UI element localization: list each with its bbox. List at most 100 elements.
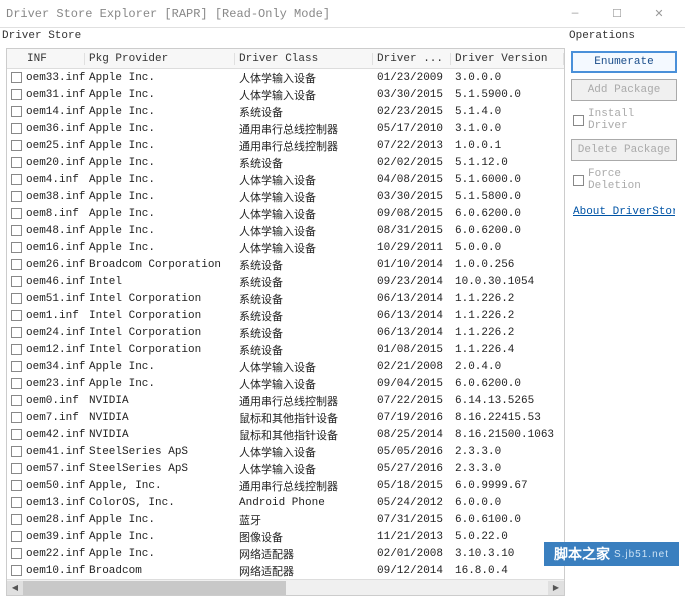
row-checkbox[interactable] (11, 208, 22, 219)
force-deletion-checkbox[interactable] (573, 175, 584, 186)
column-header-class[interactable]: Driver Class (235, 53, 373, 65)
table-row[interactable]: oem38.infApple Inc.人体学输入设备03/30/20155.1.… (7, 188, 564, 205)
cell-provider: SteelSeries ApS (85, 446, 235, 458)
maximize-button[interactable]: ☐ (597, 2, 637, 26)
row-checkbox[interactable] (11, 174, 22, 185)
row-checkbox[interactable] (11, 463, 22, 474)
cell-provider: NVIDIA (85, 412, 235, 424)
cell-date: 08/25/2014 (373, 429, 451, 441)
add-package-button[interactable]: Add Package (571, 79, 677, 101)
table-row[interactable]: oem34.infApple Inc.人体学输入设备02/21/20082.0.… (7, 358, 564, 375)
table-row[interactable]: oem28.infApple Inc.蓝牙07/31/20156.0.6100.… (7, 511, 564, 528)
table-row[interactable]: oem7.infNVIDIA鼠标和其他指针设备07/19/20168.16.22… (7, 409, 564, 426)
scroll-left-icon[interactable]: ◀ (7, 581, 23, 595)
cell-version: 6.0.9999.67 (451, 480, 564, 492)
table-row[interactable]: oem42.infNVIDIA鼠标和其他指针设备08/25/20148.16.2… (7, 426, 564, 443)
row-checkbox[interactable] (11, 344, 22, 355)
cell-inf: oem7.inf (26, 412, 79, 424)
row-checkbox[interactable] (11, 106, 22, 117)
horizontal-scrollbar[interactable]: ◀ ▶ (7, 579, 564, 595)
row-checkbox[interactable] (11, 123, 22, 134)
row-checkbox[interactable] (11, 225, 22, 236)
row-checkbox[interactable] (11, 565, 22, 576)
table-row[interactable]: oem16.infApple Inc.人体学输入设备10/29/20115.0.… (7, 239, 564, 256)
list-body[interactable]: oem33.infApple Inc.人体学输入设备01/23/20093.0.… (7, 69, 564, 579)
row-checkbox[interactable] (11, 361, 22, 372)
table-row[interactable]: oem10.infBroadcom网络适配器09/12/201416.8.0.4 (7, 562, 564, 579)
table-row[interactable]: oem20.infApple Inc.系统设备02/02/20155.1.12.… (7, 154, 564, 171)
cell-date: 05/05/2016 (373, 446, 451, 458)
row-checkbox[interactable] (11, 531, 22, 542)
row-checkbox[interactable] (11, 89, 22, 100)
table-row[interactable]: oem23.infApple Inc.人体学输入设备09/04/20156.0.… (7, 375, 564, 392)
table-row[interactable]: oem13.infColorOS, Inc.Android Phone05/24… (7, 494, 564, 511)
table-row[interactable]: oem26.infBroadcom Corporation系统设备01/10/2… (7, 256, 564, 273)
minimize-button[interactable]: — (555, 2, 595, 26)
cell-date: 05/17/2010 (373, 123, 451, 135)
table-row[interactable]: oem12.infIntel Corporation系统设备01/08/2015… (7, 341, 564, 358)
row-checkbox[interactable] (11, 259, 22, 270)
table-row[interactable]: oem51.infIntel Corporation系统设备06/13/2014… (7, 290, 564, 307)
table-row[interactable]: oem25.infApple Inc.通用串行总线控制器07/22/20131.… (7, 137, 564, 154)
table-row[interactable]: oem22.infApple Inc.网络适配器02/01/20083.10.3… (7, 545, 564, 562)
about-link[interactable]: About DriverStoreExpl (573, 206, 675, 218)
cell-provider: Apple, Inc. (85, 480, 235, 492)
row-checkbox[interactable] (11, 310, 22, 321)
row-checkbox[interactable] (11, 548, 22, 559)
row-checkbox[interactable] (11, 378, 22, 389)
row-checkbox[interactable] (11, 72, 22, 83)
cell-inf: oem13.inf (26, 497, 85, 509)
enumerate-button[interactable]: Enumerate (571, 51, 677, 73)
row-checkbox[interactable] (11, 412, 22, 423)
scroll-right-icon[interactable]: ▶ (548, 581, 564, 595)
row-checkbox[interactable] (11, 293, 22, 304)
table-row[interactable]: oem33.infApple Inc.人体学输入设备01/23/20093.0.… (7, 69, 564, 86)
delete-package-button[interactable]: Delete Package (571, 139, 677, 161)
row-checkbox[interactable] (11, 429, 22, 440)
scroll-thumb[interactable] (23, 581, 286, 595)
row-checkbox[interactable] (11, 276, 22, 287)
cell-version: 16.8.0.4 (451, 565, 564, 577)
cell-version: 3.0.0.0 (451, 72, 564, 84)
row-checkbox[interactable] (11, 191, 22, 202)
row-checkbox[interactable] (11, 514, 22, 525)
row-checkbox[interactable] (11, 446, 22, 457)
row-checkbox[interactable] (11, 480, 22, 491)
cell-provider: Apple Inc. (85, 531, 235, 543)
table-row[interactable]: oem41.infSteelSeries ApS人体学输入设备05/05/201… (7, 443, 564, 460)
cell-class: 系统设备 (235, 342, 373, 358)
install-driver-checkbox[interactable] (573, 115, 584, 126)
operations-panel: Enumerate Add Package Install Driver Del… (569, 48, 679, 228)
row-checkbox[interactable] (11, 140, 22, 151)
force-deletion-option[interactable]: Force Deletion (573, 168, 675, 192)
table-row[interactable]: oem8.infApple Inc.人体学输入设备09/08/20156.0.6… (7, 205, 564, 222)
column-header-inf[interactable]: INF (7, 53, 85, 65)
row-checkbox[interactable] (11, 395, 22, 406)
cell-class: 系统设备 (235, 308, 373, 324)
table-row[interactable]: oem48.infApple Inc.人体学输入设备08/31/20156.0.… (7, 222, 564, 239)
table-row[interactable]: oem57.infSteelSeries ApS人体学输入设备05/27/201… (7, 460, 564, 477)
row-checkbox[interactable] (11, 497, 22, 508)
table-row[interactable]: oem1.infIntel Corporation系统设备06/13/20141… (7, 307, 564, 324)
cell-provider: Broadcom Corporation (85, 259, 235, 271)
column-header-version[interactable]: Driver Version (451, 53, 564, 65)
table-row[interactable]: oem50.infApple, Inc.通用串行总线控制器05/18/20156… (7, 477, 564, 494)
scroll-track[interactable] (23, 581, 548, 595)
row-checkbox[interactable] (11, 327, 22, 338)
cell-date: 01/10/2014 (373, 259, 451, 271)
close-button[interactable]: ✕ (639, 2, 679, 26)
table-row[interactable]: oem24.infIntel Corporation系统设备06/13/2014… (7, 324, 564, 341)
row-checkbox[interactable] (11, 157, 22, 168)
table-row[interactable]: oem4.infApple Inc.人体学输入设备04/08/20155.1.6… (7, 171, 564, 188)
table-row[interactable]: oem39.infApple Inc.图像设备11/21/20135.0.22.… (7, 528, 564, 545)
table-row[interactable]: oem0.infNVIDIA通用串行总线控制器07/22/20156.14.13… (7, 392, 564, 409)
table-row[interactable]: oem46.infIntel系统设备09/23/201410.0.30.1054 (7, 273, 564, 290)
table-row[interactable]: oem36.infApple Inc.通用串行总线控制器05/17/20103.… (7, 120, 564, 137)
cell-version: 2.0.4.0 (451, 361, 564, 373)
table-row[interactable]: oem14.infApple Inc.系统设备02/23/20155.1.4.0 (7, 103, 564, 120)
install-driver-option[interactable]: Install Driver (573, 108, 675, 132)
table-row[interactable]: oem31.infApple Inc.人体学输入设备03/30/20155.1.… (7, 86, 564, 103)
row-checkbox[interactable] (11, 242, 22, 253)
column-header-date[interactable]: Driver ... (373, 53, 451, 65)
column-header-provider[interactable]: Pkg Provider (85, 53, 235, 65)
